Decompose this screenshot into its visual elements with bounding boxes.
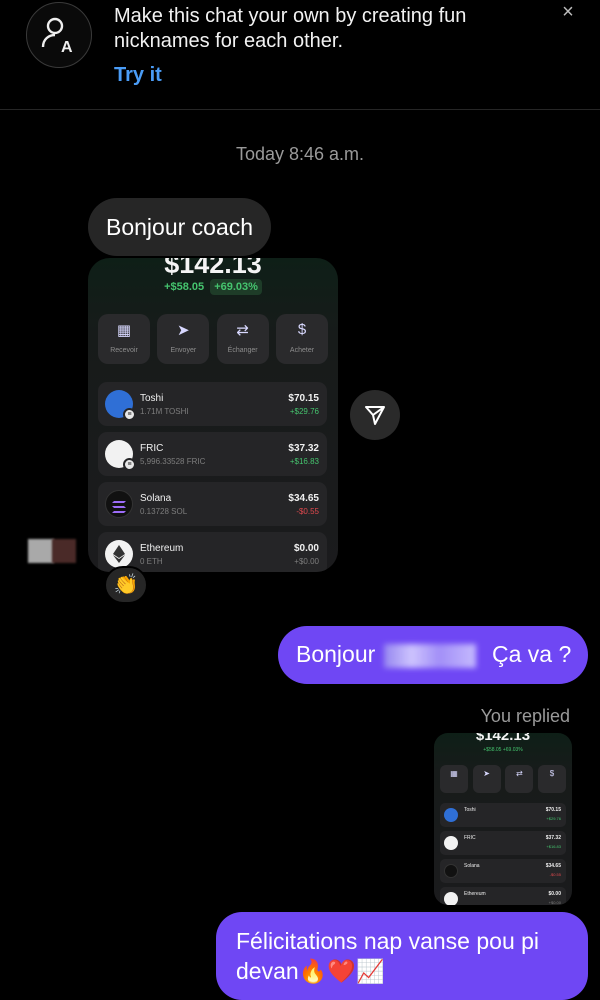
svg-text:A: A [61, 39, 73, 55]
qr-icon: ▦ [440, 765, 468, 793]
fric-coin-icon [444, 836, 458, 850]
you-replied-label: You replied [480, 706, 570, 726]
send-arrow-icon [365, 406, 385, 425]
close-icon[interactable]: × [558, 2, 578, 22]
replied-wallet-screenshot[interactable]: $142.13 +$58.05 +69.03% ▦ ➤ ⇄ $ Toshi $7… [434, 733, 572, 905]
coin-row-fric: ≡ FRIC 5,996.33528 FRIC $37.32 +$16.83 [98, 432, 327, 476]
send-icon: ➤ [472, 765, 501, 793]
wallet-change: +$58.05 +69.03% [88, 279, 338, 295]
message-reaction[interactable]: 👏 [104, 566, 148, 604]
buy-button: $ Acheter [275, 314, 328, 364]
dollar-icon: $ [297, 321, 307, 338]
send-button: ➤ Envoyer [157, 314, 210, 364]
ethereum-coin-icon [444, 892, 458, 905]
message-timestamp: Today 8:46 a.m. [235, 144, 365, 164]
received-message[interactable]: Bonjour coach [88, 198, 272, 256]
coin-row-solana: Solana $34.65 -$0.55 [440, 859, 566, 883]
nickname-banner: A Make this chat your own by creating fu… [0, 0, 600, 110]
wallet-actions: ▦ Recevoir ➤ Envoyer ⇄ Échanger $ Achete… [98, 314, 328, 364]
coin-row-ethereum: Ethereum $0.00 +$0.00 [440, 887, 566, 905]
solana-coin-icon [105, 490, 133, 518]
banner-message: Make this chat your own by creating fun … [114, 5, 467, 52]
coin-row-toshi: ≡ Toshi 1.71M TOSHI $70.15 +$29.76 [98, 382, 327, 426]
nickname-avatar-icon: A [26, 2, 92, 68]
exchange-button: ⇄ Échanger [216, 314, 269, 364]
sent-message[interactable]: Bonjour Ça va ? [278, 626, 588, 684]
exchange-icon: ⇄ [236, 322, 249, 339]
sender-avatar[interactable] [28, 539, 76, 563]
try-it-link[interactable]: Try it [114, 64, 162, 87]
wallet-change-pct: +69.03% [210, 279, 262, 295]
redacted-name [384, 644, 476, 668]
sent-message-congrats[interactable]: Félicitations nap vanse pou pi devan🔥❤️📈 [216, 912, 588, 1000]
wallet-balance: $142.13 [164, 258, 262, 279]
send-icon: ➤ [177, 322, 190, 339]
coin-row-toshi: Toshi $70.15 +$29.76 [440, 803, 566, 827]
dollar-icon: $ [537, 765, 566, 793]
receive-button: ▦ Recevoir [98, 314, 150, 364]
ethereum-coin-icon [105, 540, 133, 568]
exchange-icon: ⇄ [505, 765, 534, 793]
coin-row-solana: Solana 0.13728 SOL $34.65 -$0.55 [98, 482, 327, 526]
wallet-change-amount: +$58.05 [164, 281, 205, 293]
base-badge-icon: ≡ [123, 458, 136, 471]
wallet-screenshot[interactable]: $142.13 +$58.05 +69.03% ▦ Recevoir ➤ Env… [88, 258, 338, 572]
toshi-coin-icon [444, 808, 458, 822]
solana-coin-icon [444, 864, 458, 878]
base-badge-icon: ≡ [123, 408, 136, 421]
share-button[interactable] [350, 390, 400, 440]
coin-row-fric: FRIC $37.32 +$16.83 [440, 831, 566, 855]
qr-icon: ▦ [116, 322, 132, 339]
